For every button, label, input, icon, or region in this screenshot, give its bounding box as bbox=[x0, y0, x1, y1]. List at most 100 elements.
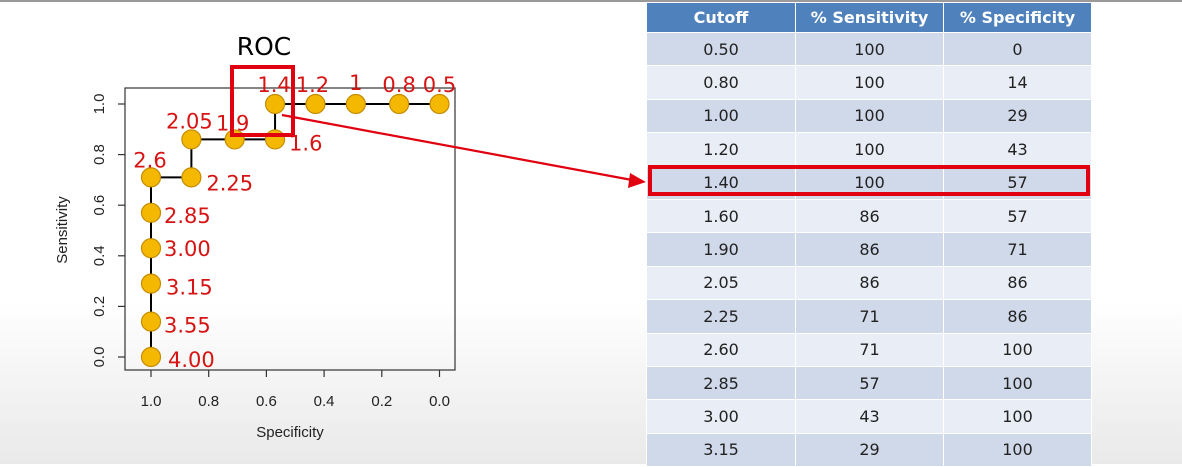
table-cell: 2.05 bbox=[646, 265, 796, 301]
roc-point bbox=[140, 202, 162, 223]
table-row: 2.85 57 100 bbox=[646, 365, 1092, 401]
table-cell: 100 bbox=[943, 365, 1092, 401]
point-label: 3.15 bbox=[166, 276, 213, 300]
table-cell: 100 bbox=[943, 399, 1092, 434]
table-cell: 14 bbox=[943, 65, 1092, 100]
arrow-line bbox=[281, 113, 633, 182]
table-cell: 57 bbox=[943, 165, 1092, 200]
x-tick-label: 0.4 bbox=[314, 393, 335, 410]
point-label: 1.2 bbox=[296, 73, 329, 97]
table-cell: 57 bbox=[943, 198, 1092, 234]
table-cell: 100 bbox=[795, 65, 944, 100]
point-label: 2.25 bbox=[206, 171, 253, 195]
table-cell: 71 bbox=[795, 299, 944, 334]
roc-point bbox=[140, 238, 162, 259]
table-row: 1.20 100 43 bbox=[646, 132, 1092, 167]
table-cell: 71 bbox=[795, 332, 944, 367]
table-cell: 29 bbox=[943, 98, 1092, 134]
table-cell: 100 bbox=[795, 165, 944, 200]
table-cell: 2.85 bbox=[646, 365, 796, 401]
point-label: 2.85 bbox=[164, 204, 211, 228]
table-header-cell: % Sensitivity bbox=[795, 2, 944, 33]
table-cell: 1.60 bbox=[646, 198, 796, 234]
table-cell: 100 bbox=[943, 432, 1092, 467]
y-tick-label: 0.4 bbox=[91, 245, 108, 266]
y-tick-label: 0.6 bbox=[91, 195, 108, 216]
table-row: 2.05 86 86 bbox=[646, 265, 1092, 301]
table-cell: 43 bbox=[795, 399, 944, 434]
point-label: 1 bbox=[349, 71, 362, 95]
table-cell: 57 bbox=[795, 365, 944, 401]
table-cell: 1.40 bbox=[646, 165, 796, 200]
roc-point bbox=[140, 346, 162, 368]
table-cell: 0.50 bbox=[646, 31, 796, 67]
table-cell: 29 bbox=[795, 432, 944, 467]
point-label: 0.8 bbox=[382, 73, 415, 97]
table-row: 2.60 71 100 bbox=[646, 332, 1092, 367]
table-cell: 43 bbox=[943, 132, 1092, 167]
table-row: 2.25 71 86 bbox=[646, 299, 1092, 334]
point-label: 4.00 bbox=[168, 348, 215, 372]
y-tick-label: 0.8 bbox=[91, 144, 108, 165]
point-label: 1.4 bbox=[257, 73, 290, 97]
cutoff-table: Cutoff% Sensitivity% Specificity 0.50 100… bbox=[646, 2, 1092, 467]
table-cell: 1.00 bbox=[646, 98, 796, 134]
table-header-row: Cutoff% Sensitivity% Specificity bbox=[646, 2, 1092, 33]
table-cell: 100 bbox=[795, 132, 944, 167]
table-row: 3.15 29 100 bbox=[646, 432, 1092, 467]
roc-point bbox=[305, 93, 326, 115]
table-row: 0.50 100 0 bbox=[646, 31, 1092, 67]
point-label: 2.6 bbox=[133, 148, 166, 172]
roc-point bbox=[140, 311, 162, 332]
table-row: 1.40 100 57 bbox=[646, 165, 1092, 200]
x-tick-label: 0.6 bbox=[256, 393, 277, 410]
table-cell: 86 bbox=[943, 265, 1092, 301]
y-tick-label: 0.0 bbox=[91, 347, 108, 368]
chart-title: ROC bbox=[237, 32, 292, 61]
point-label: 3.00 bbox=[164, 237, 211, 261]
x-tick-label: 0.0 bbox=[429, 393, 450, 410]
table-header-cell: % Specificity bbox=[943, 2, 1092, 33]
table-cell: 86 bbox=[943, 299, 1092, 334]
table-cell: 2.60 bbox=[646, 332, 796, 367]
x-axis-label: Specificity bbox=[256, 424, 324, 441]
table-cell: 100 bbox=[795, 31, 944, 67]
y-tick-label: 0.2 bbox=[91, 296, 108, 317]
table-cell: 100 bbox=[943, 332, 1092, 367]
x-tick-label: 0.8 bbox=[198, 393, 219, 410]
table-row: 0.80 100 14 bbox=[646, 65, 1092, 100]
table-cell: 100 bbox=[795, 98, 944, 134]
x-tick-label: 0.2 bbox=[371, 393, 392, 410]
roc-point bbox=[429, 93, 450, 115]
table-row: 1.00 100 29 bbox=[646, 98, 1092, 134]
point-label: 2.05 bbox=[166, 109, 213, 133]
roc-point bbox=[264, 93, 286, 115]
table-cell: 1.20 bbox=[646, 132, 796, 167]
table-cell: 3.00 bbox=[646, 399, 796, 434]
table-row: 3.00 43 100 bbox=[646, 399, 1092, 434]
table-body: 0.50 100 0 0.80 100 14 1.00 100 29 1.20 100 43 1.40 1… bbox=[646, 31, 1092, 467]
roc-point bbox=[264, 129, 286, 150]
table-cell: 0.80 bbox=[646, 65, 796, 100]
point-label: 3.55 bbox=[164, 314, 211, 338]
table-cell: 86 bbox=[795, 265, 944, 301]
table-cell: 86 bbox=[795, 198, 944, 234]
table-row: 1.60 86 57 bbox=[646, 198, 1092, 234]
table-cell: 1.90 bbox=[646, 232, 796, 267]
y-tick-label: 1.0 bbox=[91, 94, 108, 115]
table-cell: 71 bbox=[943, 232, 1092, 267]
roc-point bbox=[181, 167, 202, 188]
point-label: 0.5 bbox=[423, 73, 456, 97]
table-cell: 0 bbox=[943, 31, 1092, 67]
y-axis-label: Sensitivity bbox=[54, 196, 71, 264]
table-row: 1.90 86 71 bbox=[646, 232, 1092, 267]
table-cell: 86 bbox=[795, 232, 944, 267]
table-cell: 3.15 bbox=[646, 432, 796, 467]
roc-point bbox=[140, 273, 162, 294]
x-tick-label: 1.0 bbox=[141, 393, 162, 410]
table-header-cell: Cutoff bbox=[646, 2, 796, 33]
table-cell: 2.25 bbox=[646, 299, 796, 334]
roc-point bbox=[389, 93, 410, 115]
arrow-head-icon bbox=[628, 173, 646, 188]
roc-point bbox=[345, 93, 366, 115]
